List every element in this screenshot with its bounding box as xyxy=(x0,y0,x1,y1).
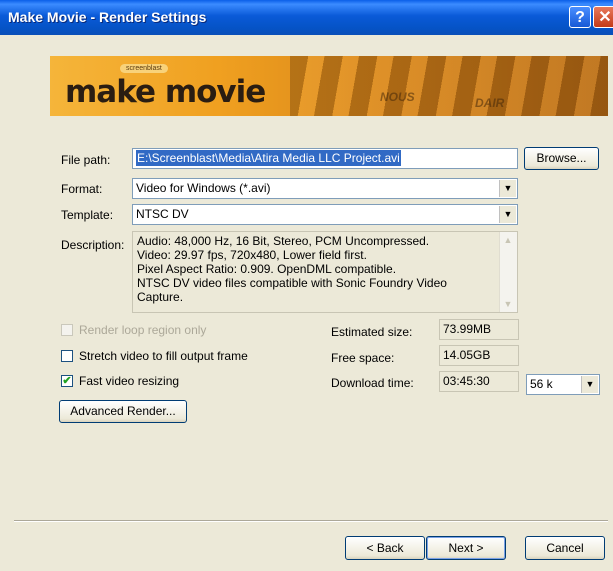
file-path-input[interactable]: E:\Screenblast\Media\Atira Media LLC Pro… xyxy=(132,148,518,169)
banner-deco-text-2: DAIR xyxy=(475,96,505,110)
format-value: Video for Windows (*.avi) xyxy=(136,181,271,195)
cancel-button[interactable]: Cancel xyxy=(525,536,605,560)
connection-speed-select[interactable]: 56 k ▼ xyxy=(526,374,600,395)
description-label: Description: xyxy=(61,238,125,252)
download-time-value: 03:45:30 xyxy=(439,371,519,392)
stretch-video-checkbox[interactable]: Stretch video to fill output frame xyxy=(61,349,248,363)
description-line: Pixel Aspect Ratio: 0.909. OpenDML compa… xyxy=(137,262,397,276)
advanced-render-button[interactable]: Advanced Render... xyxy=(59,400,187,423)
connection-speed-value: 56 k xyxy=(530,377,553,391)
estimated-size-label: Estimated size: xyxy=(331,325,413,339)
make-movie-banner: screenblast make movie NOUS DAIR xyxy=(50,56,608,116)
estimated-size-value: 73.99MB xyxy=(439,319,519,340)
download-time-label: Download time: xyxy=(331,376,414,390)
scroll-down-icon[interactable]: ▼ xyxy=(500,296,516,312)
free-space-label: Free space: xyxy=(331,351,395,365)
description-line: NTSC DV video files compatible with Soni… xyxy=(137,276,447,290)
browse-button[interactable]: Browse... xyxy=(524,147,599,170)
screenblast-logo: screenblast xyxy=(120,64,168,73)
scroll-up-icon[interactable]: ▲ xyxy=(500,232,516,248)
description-line: Capture. xyxy=(137,290,184,304)
chevron-down-icon[interactable]: ▼ xyxy=(499,180,516,197)
help-button[interactable]: ? xyxy=(569,6,591,28)
checkbox-box[interactable] xyxy=(61,350,73,362)
file-path-value: E:\Screenblast\Media\Atira Media LLC Pro… xyxy=(136,150,401,166)
description-line: Video: 29.97 fps, 720x480, Lower field f… xyxy=(137,248,367,262)
render-loop-label: Render loop region only xyxy=(79,323,207,337)
back-button[interactable]: < Back xyxy=(345,536,425,560)
make-movie-logo: make movie xyxy=(65,74,266,110)
file-path-label: File path: xyxy=(61,153,111,167)
render-settings-dialog: Make Movie - Render Settings ? ✕ screenb… xyxy=(0,0,613,571)
chevron-down-icon[interactable]: ▼ xyxy=(581,376,598,393)
description-box[interactable]: Audio: 48,000 Hz, 16 Bit, Stereo, PCM Un… xyxy=(132,231,518,313)
template-value: NTSC DV xyxy=(136,207,189,221)
format-label: Format: xyxy=(61,182,103,196)
chevron-down-icon[interactable]: ▼ xyxy=(499,206,516,223)
stretch-video-label: Stretch video to fill output frame xyxy=(79,349,248,363)
window-title: Make Movie - Render Settings xyxy=(8,9,207,25)
close-button[interactable]: ✕ xyxy=(593,6,613,28)
checkbox-box xyxy=(61,324,73,336)
template-label: Template: xyxy=(61,208,114,222)
title-bar[interactable]: Make Movie - Render Settings ? ✕ xyxy=(0,0,613,35)
banner-film-stripes xyxy=(290,56,608,116)
fast-resize-checkbox[interactable]: ✔ Fast video resizing xyxy=(61,374,179,388)
render-loop-checkbox: Render loop region only xyxy=(61,323,206,337)
description-line: Audio: 48,000 Hz, 16 Bit, Stereo, PCM Un… xyxy=(137,234,430,248)
next-button[interactable]: Next > xyxy=(426,536,506,560)
fast-resize-label: Fast video resizing xyxy=(79,374,180,388)
banner-deco-text-1: NOUS xyxy=(380,90,415,104)
description-scrollbar[interactable]: ▲ ▼ xyxy=(499,232,517,312)
template-select[interactable]: NTSC DV ▼ xyxy=(132,204,518,225)
checkmark-icon[interactable]: ✔ xyxy=(61,375,73,387)
bottom-separator xyxy=(14,520,608,522)
format-select[interactable]: Video for Windows (*.avi) ▼ xyxy=(132,178,518,199)
free-space-value: 14.05GB xyxy=(439,345,519,366)
